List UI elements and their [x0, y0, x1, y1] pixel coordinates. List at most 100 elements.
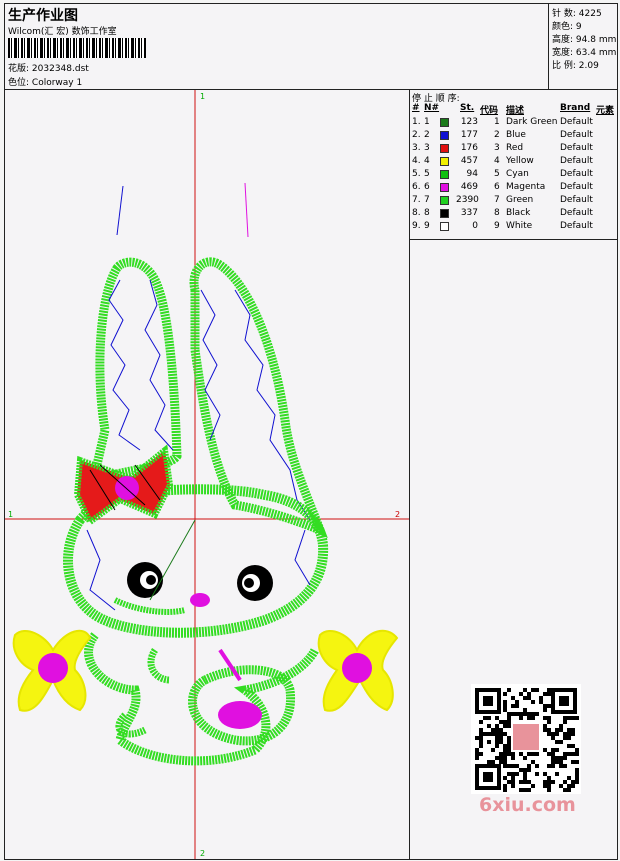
- row-num: 9.: [412, 221, 421, 231]
- row-code: 4: [494, 156, 500, 166]
- production-sheet: 生产作业图 Wilcom(汇 宏) 数饰工作室 花版: 2032348.dst …: [4, 3, 618, 860]
- color-swatch: [440, 170, 449, 179]
- row-brand: Default: [560, 169, 593, 179]
- bunny-body: [84, 519, 320, 766]
- row-stitches: 457: [460, 156, 478, 166]
- row-num: 1.: [412, 117, 421, 127]
- row-stitches: 0: [472, 221, 478, 231]
- row-stitches: 469: [460, 182, 478, 192]
- row-brand: Default: [560, 143, 593, 153]
- col-st: St.: [460, 103, 475, 113]
- row-n: 9: [424, 221, 430, 231]
- row-desc: Green: [506, 195, 534, 205]
- colorway-row: 色位: Colorway 1: [8, 75, 82, 88]
- qr-code: [471, 684, 581, 794]
- colorway-label: 色位:: [8, 78, 30, 88]
- row-n: 6: [424, 182, 430, 192]
- row-code: 1: [494, 117, 500, 127]
- colorway-value: Colorway 1: [31, 78, 83, 88]
- table-row: 9. 9 0 9 White Default: [410, 221, 617, 234]
- stat-scale-value: 2.09: [578, 61, 599, 71]
- axis-left-label: 1: [8, 510, 13, 519]
- stop-sequence-panel: 停 止 顺 序: # N# St. 代码 描述 Brand 元素 1. 1 123 1…: [410, 90, 617, 240]
- jump-stitch-blue: [116, 185, 124, 236]
- stat-scale: 比 例: 2.09: [552, 58, 599, 71]
- row-n: 8: [424, 208, 430, 218]
- cup-fill: [218, 701, 262, 729]
- jump-stitch-magenta: [244, 182, 249, 238]
- table-row: 6. 6 469 6 Magenta Default: [410, 182, 617, 195]
- table-row: 4. 4 457 4 Yellow Default: [410, 156, 617, 169]
- row-brand: Default: [560, 156, 593, 166]
- row-brand: Default: [560, 208, 593, 218]
- row-stitches: 176: [460, 143, 478, 153]
- row-num: 3.: [412, 143, 421, 153]
- stat-width-value: 63.4 mm: [575, 48, 617, 58]
- watermark: 6xiu.com: [479, 794, 576, 816]
- row-code: 3: [494, 143, 500, 153]
- stat-colors-label: 颜色:: [552, 22, 574, 32]
- table-row: 5. 5 94 5 Cyan Default: [410, 169, 617, 182]
- col-code: 代码: [480, 106, 499, 116]
- stat-stitches-value: 4225: [578, 9, 602, 19]
- row-code: 6: [494, 182, 500, 192]
- row-code: 2: [494, 130, 500, 140]
- col-num: #: [412, 103, 420, 113]
- row-brand: Default: [560, 195, 593, 205]
- color-swatch: [440, 196, 449, 205]
- row-num: 8.: [412, 208, 421, 218]
- row-desc: Black: [506, 208, 531, 218]
- hair-bow: [73, 444, 174, 527]
- col-desc: 描述: [506, 106, 525, 116]
- row-num: 6.: [412, 182, 421, 192]
- design-canvas: 1 2 1 2: [5, 90, 410, 859]
- table-row: 1. 1 123 1 Dark Green Default: [410, 117, 617, 130]
- stat-colors-value: 9: [575, 22, 582, 32]
- row-desc: Dark Green: [506, 117, 558, 127]
- row-desc: Magenta: [506, 182, 546, 192]
- col-elem: 元素: [596, 106, 615, 116]
- row-brand: Default: [560, 117, 593, 127]
- stat-stitches: 针 数: 4225: [552, 6, 602, 19]
- stat-height-label: 高度:: [552, 35, 574, 45]
- design-file-row: 花版: 2032348.dst: [8, 61, 89, 74]
- row-desc: Blue: [506, 130, 526, 140]
- axis-top-label: 1: [200, 92, 205, 101]
- color-swatch: [440, 222, 449, 231]
- table-row: 2. 2 177 2 Blue Default: [410, 130, 617, 143]
- row-desc: Red: [506, 143, 524, 153]
- color-swatch: [440, 209, 449, 218]
- table-row: 3. 3 176 3 Red Default: [410, 143, 617, 156]
- color-swatch: [440, 183, 449, 192]
- row-stitches: 337: [460, 208, 478, 218]
- design-file: 2032348.dst: [31, 64, 89, 74]
- row-stitches: 2390: [456, 195, 479, 205]
- row-brand: Default: [560, 182, 593, 192]
- left-flower: [12, 629, 92, 712]
- row-desc: Yellow: [506, 156, 534, 166]
- qr-badge: [513, 724, 539, 750]
- nose: [190, 593, 210, 607]
- barcode: [8, 38, 146, 58]
- row-code: 5: [494, 169, 500, 179]
- stats-panel: 针 数: 4225 颜色: 9 高度: 94.8 mm 宽度: 63.4 mm …: [548, 4, 618, 89]
- qr-code-graphic: [475, 688, 579, 792]
- color-swatch: [440, 144, 449, 153]
- row-num: 7.: [412, 195, 421, 205]
- color-swatch: [440, 157, 449, 166]
- row-n: 2: [424, 130, 430, 140]
- stat-scale-label: 比 例:: [552, 61, 576, 71]
- right-flower: [317, 629, 399, 712]
- row-n: 1: [424, 117, 430, 127]
- row-num: 2.: [412, 130, 421, 140]
- axis-bottom-label: 2: [200, 849, 205, 858]
- row-code: 7: [494, 195, 500, 205]
- table-row: 7. 7 2390 7 Green Default: [410, 195, 617, 208]
- col-n: N#: [424, 103, 440, 113]
- stat-width: 宽度: 63.4 mm: [552, 45, 616, 58]
- row-stitches: 123: [460, 117, 478, 127]
- row-stitches: 94: [466, 169, 478, 179]
- sheet-header: 生产作业图 Wilcom(汇 宏) 数饰工作室 花版: 2032348.dst …: [5, 4, 617, 90]
- stat-height: 高度: 94.8 mm: [552, 32, 616, 45]
- row-desc: White: [506, 221, 533, 231]
